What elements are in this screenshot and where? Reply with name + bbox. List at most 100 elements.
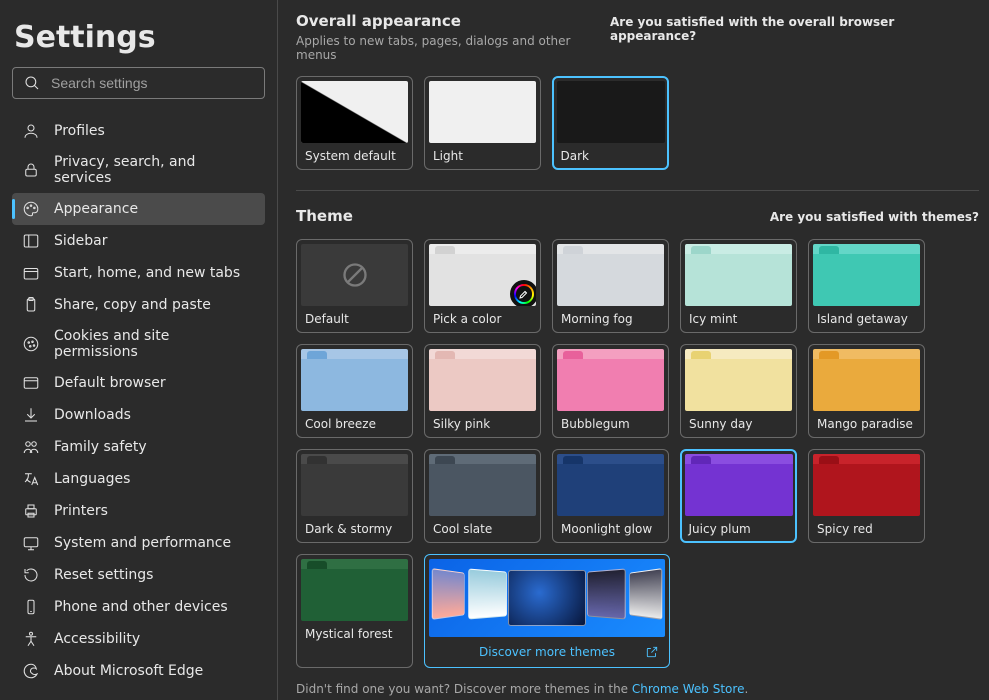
sidebar-item-accessibility[interactable]: Accessibility: [12, 623, 265, 655]
theme-spicy-red[interactable]: Spicy red: [808, 449, 925, 543]
sidebar-item-family[interactable]: Family safety: [12, 431, 265, 463]
clipboard-icon: [22, 296, 40, 314]
theme-dark-stormy[interactable]: Dark & stormy: [296, 449, 413, 543]
theme-sunny-day[interactable]: Sunny day: [680, 344, 797, 438]
option-label: System default: [301, 149, 408, 163]
download-icon: [22, 406, 40, 424]
edge-icon: [22, 662, 40, 680]
theme-preview: [557, 349, 664, 411]
sidebar-item-phone[interactable]: Phone and other devices: [12, 591, 265, 623]
settings-nav: Profiles Privacy, search, and services A…: [12, 115, 265, 687]
theme-label: Bubblegum: [557, 417, 664, 431]
theme-morning-fog[interactable]: Morning fog: [552, 239, 669, 333]
sidebar-item-about[interactable]: About Microsoft Edge: [12, 655, 265, 687]
sidebar-item-label: Start, home, and new tabs: [54, 265, 240, 281]
theme-preview: [301, 349, 408, 411]
discover-label: Discover more themes: [429, 643, 665, 661]
dark-preview: [557, 81, 665, 143]
sidebar-item-label: Default browser: [54, 375, 166, 391]
theme-default[interactable]: Default: [296, 239, 413, 333]
sidebar-item-label: Printers: [54, 503, 108, 519]
sidebar-item-share[interactable]: Share, copy and paste: [12, 289, 265, 321]
theme-icy-mint[interactable]: Icy mint: [680, 239, 797, 333]
theme-juicy-plum[interactable]: Juicy plum: [680, 449, 797, 543]
sidebar-item-label: Appearance: [54, 201, 138, 217]
sidebar-item-default-browser[interactable]: Default browser: [12, 367, 265, 399]
profile-icon: [22, 122, 40, 140]
search-field[interactable]: [12, 67, 265, 99]
theme-cool-slate[interactable]: Cool slate: [424, 449, 541, 543]
theme-silky-pink[interactable]: Silky pink: [424, 344, 541, 438]
sidebar-item-printers[interactable]: Printers: [12, 495, 265, 527]
phone-icon: [22, 598, 40, 616]
chrome-web-store-link[interactable]: Chrome Web Store: [632, 682, 745, 696]
theme-preview: [301, 244, 408, 306]
option-label: Dark: [557, 149, 665, 163]
theme-pick-a-color[interactable]: Pick a color: [424, 239, 541, 333]
sidebar-item-cookies[interactable]: Cookies and site permissions: [12, 321, 265, 367]
sidebar-item-sidebar[interactable]: Sidebar: [12, 225, 265, 257]
theme-title: Theme: [296, 207, 353, 225]
theme-preview: [685, 454, 793, 516]
theme-preview: [685, 349, 792, 411]
theme-label: Icy mint: [685, 312, 792, 326]
theme-label: Morning fog: [557, 312, 664, 326]
theme-label: Cool slate: [429, 522, 536, 536]
cookie-icon: [22, 335, 40, 353]
sidebar-item-label: Share, copy and paste: [54, 297, 211, 313]
appearance-option-system-default[interactable]: System default: [296, 76, 413, 170]
theme-island-getaway[interactable]: Island getaway: [808, 239, 925, 333]
theme-preview: [813, 244, 920, 306]
theme-preview: [813, 349, 920, 411]
sidebar-item-system[interactable]: System and performance: [12, 527, 265, 559]
appearance-option-light[interactable]: Light: [424, 76, 541, 170]
sidebar-item-languages[interactable]: Languages: [12, 463, 265, 495]
sidebar-item-label: Downloads: [54, 407, 131, 423]
discover-more-themes-card[interactable]: Discover more themes: [424, 554, 670, 668]
theme-mystical-forest[interactable]: Mystical forest: [296, 554, 413, 668]
sidebar-item-reset[interactable]: Reset settings: [12, 559, 265, 591]
sidebar-item-label: Languages: [54, 471, 130, 487]
theme-preview: [429, 349, 536, 411]
theme-label: Pick a color: [429, 312, 536, 326]
tabs-icon: [22, 264, 40, 282]
theme-preview: [685, 244, 792, 306]
system-icon: [22, 534, 40, 552]
theme-preview: [429, 244, 536, 306]
sidebar-item-label: Cookies and site permissions: [54, 328, 255, 360]
theme-label: Juicy plum: [685, 522, 793, 536]
sidebar-item-privacy[interactable]: Privacy, search, and services: [12, 147, 265, 193]
theme-preview: [557, 454, 664, 516]
theme-grid: Default Pick a color Morning fog Icy min…: [296, 239, 979, 668]
theme-label: Sunny day: [685, 417, 792, 431]
theme-moonlight-glow[interactable]: Moonlight glow: [552, 449, 669, 543]
theme-preview: [429, 454, 536, 516]
sidebar-item-label: System and performance: [54, 535, 231, 551]
theme-label: Spicy red: [813, 522, 920, 536]
theme-cool-breeze[interactable]: Cool breeze: [296, 344, 413, 438]
sidebar-item-appearance[interactable]: Appearance: [12, 193, 265, 225]
printer-icon: [22, 502, 40, 520]
theme-label: Mango paradise: [813, 417, 920, 431]
appearance-subtitle: Applies to new tabs, pages, dialogs and …: [296, 34, 610, 62]
theme-mango-paradise[interactable]: Mango paradise: [808, 344, 925, 438]
sidebar-item-label: Reset settings: [54, 567, 153, 583]
search-input[interactable]: [51, 75, 254, 91]
theme-feedback-link[interactable]: Are you satisfied with themes?: [770, 210, 979, 224]
sidebar-item-label: About Microsoft Edge: [54, 663, 203, 679]
theme-label: Moonlight glow: [557, 522, 664, 536]
light-preview: [429, 81, 536, 143]
sidebar-item-downloads[interactable]: Downloads: [12, 399, 265, 431]
appearance-option-dark[interactable]: Dark: [552, 76, 669, 170]
theme-bubblegum[interactable]: Bubblegum: [552, 344, 669, 438]
main-content: Overall appearance Applies to new tabs, …: [278, 0, 989, 700]
accessibility-icon: [22, 630, 40, 648]
lock-icon: [22, 161, 40, 179]
sidebar-item-profiles[interactable]: Profiles: [12, 115, 265, 147]
external-link-icon: [645, 645, 659, 659]
browser-icon: [22, 374, 40, 392]
theme-label: Island getaway: [813, 312, 920, 326]
sidebar-item-start[interactable]: Start, home, and new tabs: [12, 257, 265, 289]
appearance-feedback-link[interactable]: Are you satisfied with the overall brows…: [610, 15, 979, 43]
language-icon: [22, 470, 40, 488]
